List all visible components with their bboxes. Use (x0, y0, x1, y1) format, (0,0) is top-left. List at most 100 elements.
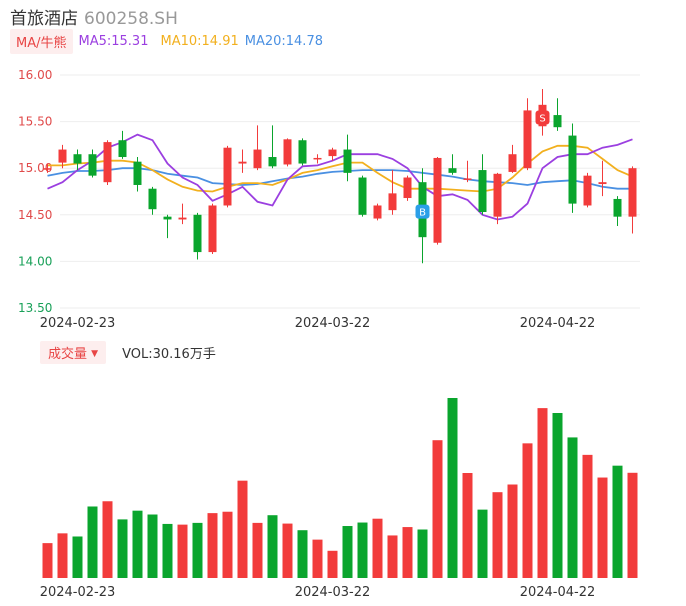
volume-bar[interactable] (117, 519, 128, 578)
candle-body (568, 135, 577, 204)
volume-bar[interactable] (267, 515, 278, 578)
volume-bar[interactable] (282, 523, 293, 578)
candle-body (388, 193, 397, 211)
volume-bar[interactable] (627, 472, 638, 578)
price-axis: 16.0015.5015.0014.5014.0013.50 (18, 68, 52, 315)
volume-bar[interactable] (552, 413, 563, 578)
volume-bar[interactable] (57, 533, 68, 578)
volume-bar[interactable] (327, 550, 338, 578)
volume-bar[interactable] (342, 526, 353, 578)
candle[interactable] (628, 166, 637, 234)
trade-marker[interactable]: S (535, 110, 550, 125)
date-tick-label: 2024-03-22 (295, 585, 371, 600)
candle[interactable] (463, 160, 472, 183)
candle[interactable] (373, 203, 382, 221)
candle-body (313, 157, 322, 160)
candle[interactable] (223, 145, 232, 208)
candle[interactable] (298, 138, 307, 166)
candle-body (118, 140, 127, 158)
candle-body (73, 154, 82, 164)
date-axis-price: 2024-02-23 2024-03-22 2024-04-22 (40, 316, 596, 331)
volume-bar[interactable] (582, 454, 593, 578)
volume-bar[interactable] (357, 522, 368, 578)
candle[interactable] (493, 172, 502, 225)
volume-bar[interactable] (72, 536, 83, 578)
candle-body (358, 177, 367, 215)
candle-body (373, 205, 382, 219)
price-tick-label: 13.50 (18, 301, 52, 315)
candle[interactable] (163, 214, 172, 239)
candle-body (283, 139, 292, 165)
volume-bar[interactable] (87, 506, 98, 578)
candle[interactable] (388, 170, 397, 215)
volume-bar[interactable] (42, 543, 53, 578)
price-tick-label: 14.50 (18, 208, 52, 222)
trade-marker[interactable]: B (415, 204, 430, 219)
candle[interactable] (103, 140, 112, 185)
candle[interactable] (613, 196, 622, 226)
candle[interactable] (118, 130, 127, 159)
candle[interactable] (568, 123, 577, 213)
volume-bar[interactable] (462, 473, 473, 578)
volume-bar[interactable] (222, 511, 233, 578)
volume-bar[interactable] (507, 484, 518, 578)
volume-bar[interactable] (147, 514, 158, 578)
volume-bar[interactable] (387, 535, 398, 578)
date-tick-label: 2024-04-22 (520, 585, 596, 600)
candle[interactable] (478, 154, 487, 215)
volume-bar[interactable] (252, 522, 263, 578)
volume-bar[interactable] (567, 437, 578, 578)
volume-bar[interactable] (447, 398, 458, 578)
candle[interactable] (523, 98, 532, 171)
volume-bar[interactable] (132, 510, 143, 578)
volume-bar[interactable] (522, 443, 533, 578)
volume-bar[interactable] (177, 524, 188, 578)
candle[interactable] (178, 203, 187, 225)
candle[interactable] (88, 149, 97, 178)
volume-bar[interactable] (192, 522, 203, 578)
volume-bar[interactable] (207, 513, 218, 578)
candle[interactable] (448, 154, 457, 175)
volume-bar[interactable] (477, 509, 488, 578)
candle-body (613, 198, 622, 217)
candle[interactable] (268, 125, 277, 169)
candle[interactable] (508, 144, 517, 173)
candle[interactable] (433, 157, 442, 245)
candle-body (133, 161, 142, 185)
candle[interactable] (238, 149, 247, 173)
candle[interactable] (313, 154, 322, 164)
volume-bar[interactable] (237, 480, 248, 578)
candle-body (493, 173, 502, 217)
volume-bar[interactable] (402, 527, 413, 578)
candle[interactable] (598, 160, 607, 197)
candle[interactable] (193, 212, 202, 260)
volume-bar[interactable] (162, 523, 173, 578)
volume-bar[interactable] (312, 539, 323, 578)
candle[interactable] (343, 134, 352, 182)
volume-bar[interactable] (417, 529, 428, 578)
candle[interactable] (133, 157, 142, 192)
volume-bar[interactable] (612, 465, 623, 578)
candle[interactable] (148, 186, 157, 215)
candle-body (343, 149, 352, 173)
candle[interactable] (283, 138, 292, 167)
candle-body (448, 168, 457, 173)
candle-body (523, 110, 532, 169)
volume-bar[interactable] (492, 492, 503, 578)
volume-bar[interactable] (537, 408, 548, 578)
candle-body (148, 188, 157, 210)
volume-bar[interactable] (372, 518, 383, 578)
candle[interactable] (553, 98, 562, 131)
candle[interactable] (403, 175, 412, 201)
candle[interactable] (73, 149, 82, 171)
candle[interactable] (358, 175, 367, 217)
candle[interactable] (583, 172, 592, 208)
volume-bar[interactable] (102, 501, 113, 578)
candle-body (403, 177, 412, 199)
volume-bar[interactable] (432, 440, 443, 578)
candle[interactable] (208, 203, 217, 254)
candlestick-chart[interactable]: 16.0015.5015.0014.5014.0013.50 B S 2024-0… (0, 0, 686, 606)
volume-bar[interactable] (297, 530, 308, 578)
volume-bar[interactable] (597, 477, 608, 578)
candle[interactable] (253, 125, 262, 171)
